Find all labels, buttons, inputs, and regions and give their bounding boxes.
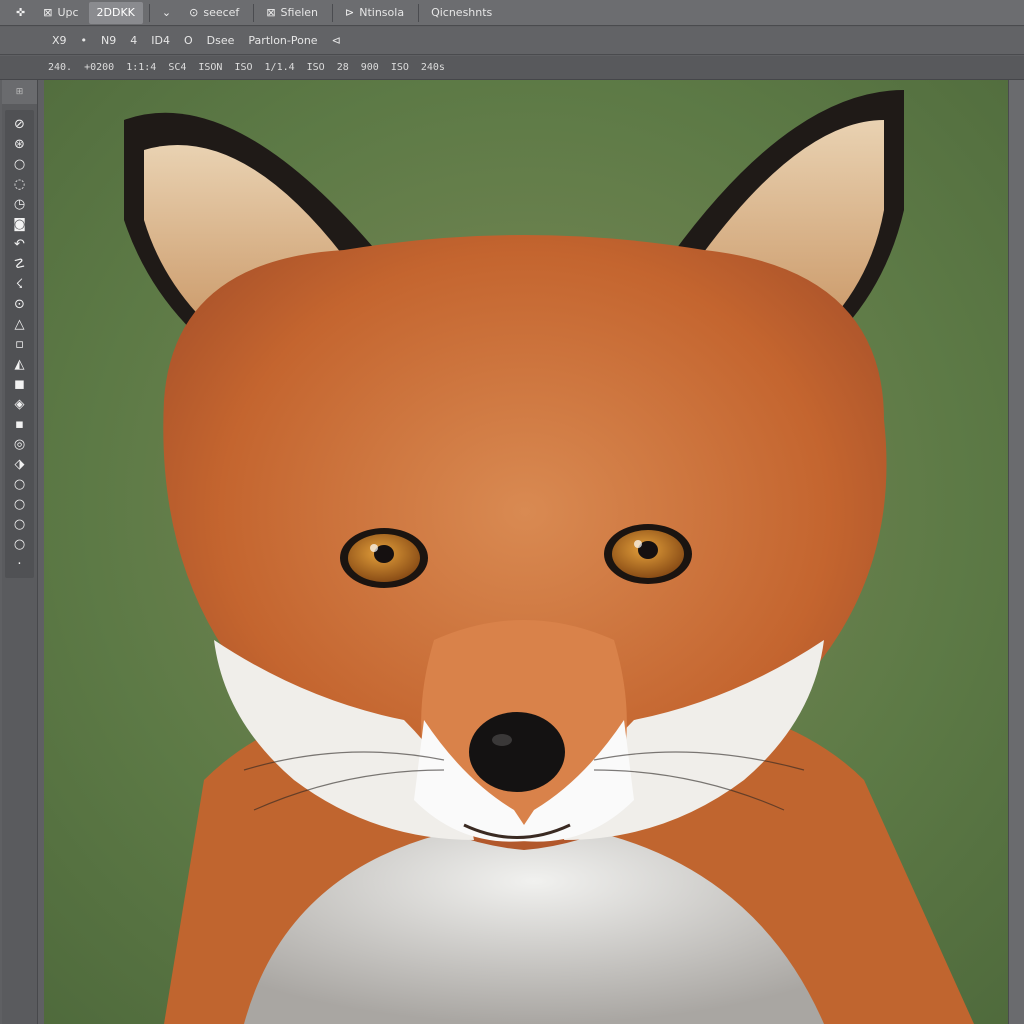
fox-photo bbox=[44, 80, 1008, 1024]
menu-item-label: Qicneshnts bbox=[431, 6, 493, 19]
info-value-4: ISON bbox=[198, 62, 223, 73]
tool-icon-21[interactable]: ○ bbox=[5, 534, 34, 554]
menu-item-icon: ✜ bbox=[16, 6, 26, 19]
info-value-1: +0200 bbox=[84, 62, 115, 73]
tool-icon-0[interactable]: ⊘ bbox=[5, 114, 34, 134]
menu-separator bbox=[332, 3, 334, 22]
menu-item-label: Sfielen bbox=[280, 6, 319, 19]
option-item-7[interactable]: Partlon-Pone bbox=[248, 34, 317, 47]
right-eye-glint bbox=[634, 540, 642, 548]
menu-item-5[interactable]: ⊠ Sfielen bbox=[258, 2, 326, 24]
tool-icon-12[interactable]: ◭ bbox=[5, 354, 34, 374]
tool-icon-8[interactable]: ☇ bbox=[5, 274, 34, 294]
menu-separator bbox=[253, 3, 255, 22]
info-value-5: ISO bbox=[234, 62, 253, 73]
fox-nose bbox=[469, 712, 565, 792]
tool-icon-5[interactable]: ◙ bbox=[5, 214, 34, 234]
menu-item-icon: ⌄ bbox=[161, 6, 172, 19]
info-value-3: SC4 bbox=[168, 62, 187, 73]
tool-icon-10[interactable]: △ bbox=[5, 314, 34, 334]
menu-bar: ✜ ⊠ Upc 2DDKK ⌄ ⊙ seecef ⊠ Sfielen ⊳ Ntinsola Qicne… bbox=[0, 0, 1024, 26]
tools-list: ⊘ ⊛ ○ ◌ ◷ ◙ ↶ ☡ ☇ ⊙ △ ▫ ◭ ◼ ◈ ▪ ◎ ⬗ ○ ○ ○ ○ · bbox=[5, 110, 34, 578]
tool-icon-14[interactable]: ◈ bbox=[5, 394, 34, 414]
tool-icon-6[interactable]: ↶ bbox=[5, 234, 34, 254]
info-value-0: 240. bbox=[48, 62, 73, 73]
tool-icon-3[interactable]: ◌ bbox=[5, 174, 34, 194]
menu-item-7[interactable]: Qicneshnts bbox=[423, 2, 500, 24]
info-bar: 240. +0200 1:1:4 SC4 ISON ISO 1/1.4 ISO 28 900 ISO… bbox=[0, 56, 1024, 80]
tool-icon-11[interactable]: ▫ bbox=[5, 334, 34, 354]
info-value-9: 900 bbox=[360, 62, 379, 73]
menu-item-icon: ⊙ bbox=[189, 6, 199, 19]
options-bar: X9 • N9 4 ID4 O Dsee Partlon-Pone ⊲ bbox=[0, 27, 1024, 55]
toolbox-panel: ⊞ ⊘ ⊛ ○ ◌ ◷ ◙ ↶ ☡ ☇ ⊙ △ ▫ ◭ ◼ ◈ ▪ ◎ ⬗ ○ ○ ○ ○ · bbox=[2, 80, 38, 1024]
tool-icon-22[interactable]: · bbox=[5, 554, 34, 574]
option-item-4[interactable]: ID4 bbox=[151, 34, 170, 47]
menu-item-2[interactable]: 2DDKK bbox=[88, 1, 143, 24]
tool-icon-16[interactable]: ◎ bbox=[5, 434, 34, 454]
menu-item-4[interactable]: ⊙ seecef bbox=[181, 2, 247, 24]
menu-item-label: seecef bbox=[203, 6, 240, 19]
menu-item-label: Upc bbox=[57, 6, 79, 19]
tool-icon-13[interactable]: ◼ bbox=[5, 374, 34, 394]
menu-separator bbox=[148, 3, 150, 22]
right-scroll-edge[interactable] bbox=[1008, 80, 1024, 1024]
nose-highlight bbox=[492, 734, 512, 746]
menu-item-6[interactable]: ⊳ Ntinsola bbox=[337, 2, 412, 24]
menu-item-1[interactable]: ⊠ Upc bbox=[35, 2, 86, 24]
option-item-8[interactable]: ⊲ bbox=[332, 34, 341, 47]
menu-item-label: 2DDKK bbox=[96, 6, 135, 19]
tool-icon-9[interactable]: ⊙ bbox=[5, 294, 34, 314]
tool-icon-17[interactable]: ⬗ bbox=[5, 454, 34, 474]
option-item-1[interactable]: • bbox=[81, 34, 88, 47]
menu-separator bbox=[418, 3, 420, 22]
tool-icon-1[interactable]: ⊛ bbox=[5, 134, 34, 154]
tool-icon-18[interactable]: ○ bbox=[5, 474, 34, 494]
info-value-2: 1:1:4 bbox=[126, 62, 157, 73]
toolbox-header[interactable]: ⊞ bbox=[2, 80, 37, 104]
info-value-6: 1/1.4 bbox=[264, 62, 295, 73]
tool-icon-20[interactable]: ○ bbox=[5, 514, 34, 534]
tool-icon-2[interactable]: ○ bbox=[5, 154, 34, 174]
tool-icon-15[interactable]: ▪ bbox=[5, 414, 34, 434]
menu-item-0[interactable]: ✜ bbox=[8, 2, 33, 24]
option-item-0[interactable]: X9 bbox=[52, 34, 67, 47]
menu-item-label: Ntinsola bbox=[359, 6, 405, 19]
menu-item-icon: ⊠ bbox=[43, 6, 53, 19]
info-value-11: 240s bbox=[420, 62, 445, 73]
info-value-8: 28 bbox=[336, 62, 349, 73]
tool-icon-4[interactable]: ◷ bbox=[5, 194, 34, 214]
menu-item-icon: ⊠ bbox=[266, 6, 276, 19]
document-canvas[interactable] bbox=[44, 80, 1008, 1024]
menu-item-icon: ⊳ bbox=[345, 6, 355, 19]
option-item-3[interactable]: 4 bbox=[130, 34, 137, 47]
tool-icon-7[interactable]: ☡ bbox=[5, 254, 34, 274]
info-value-7: ISO bbox=[306, 62, 325, 73]
tool-icon-19[interactable]: ○ bbox=[5, 494, 34, 514]
menu-item-3[interactable]: ⌄ bbox=[154, 2, 179, 24]
option-item-2[interactable]: N9 bbox=[101, 34, 116, 47]
option-item-5[interactable]: O bbox=[184, 34, 193, 47]
info-value-10: ISO bbox=[390, 62, 409, 73]
left-eye-glint bbox=[370, 544, 378, 552]
option-item-6[interactable]: Dsee bbox=[207, 34, 235, 47]
